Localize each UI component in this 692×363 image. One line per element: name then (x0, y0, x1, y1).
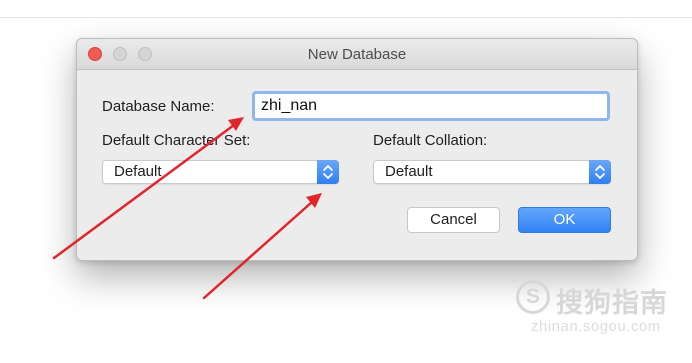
annotation-arrow-charset (202, 193, 322, 300)
watermark-url: zhinan.sogou.com (531, 318, 661, 335)
sogou-logo-icon: S (516, 280, 550, 314)
watermark-site-name: 搜狗指南 (556, 288, 668, 318)
annotation-arrow-name (52, 117, 244, 260)
